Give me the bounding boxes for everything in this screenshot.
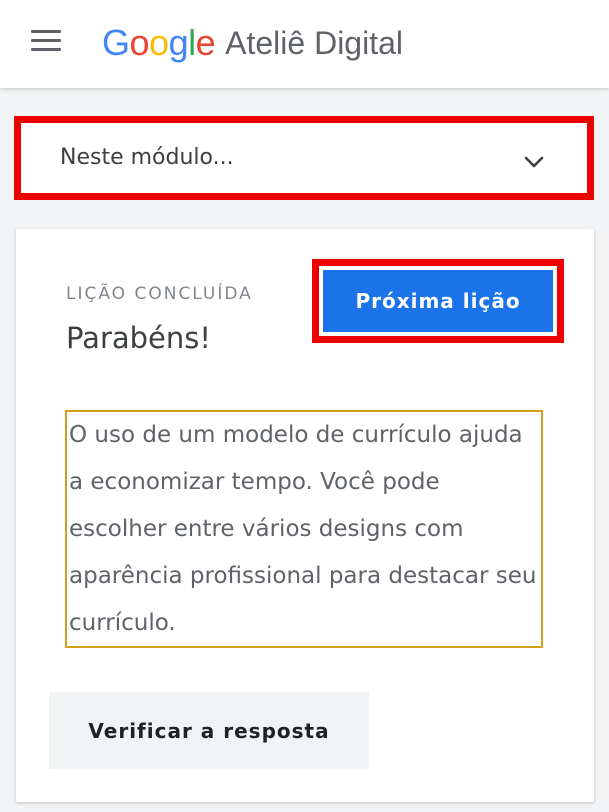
- hamburger-menu-icon[interactable]: [20, 18, 72, 62]
- next-lesson-button[interactable]: Próxima lição: [323, 270, 553, 332]
- lesson-card: LIÇÃO CONCLUÍDA Parabéns! Próxima lição …: [16, 229, 594, 802]
- logo-letter: e: [195, 22, 216, 63]
- lesson-status: LIÇÃO CONCLUÍDA: [66, 284, 253, 304]
- logo-letter: o: [149, 22, 169, 63]
- logo-letter: g: [168, 22, 189, 63]
- brand-suffix: Ateliê Digital: [225, 24, 403, 61]
- next-lesson-highlight: Próxima lição: [312, 259, 564, 343]
- logo-letter: l: [188, 22, 196, 63]
- top-app-bar: Google Ateliê Digital: [0, 0, 609, 88]
- check-answer-button[interactable]: Verificar a resposta: [49, 692, 369, 769]
- google-wordmark: Google: [102, 22, 216, 64]
- lesson-text: O uso de um modelo de currículo ajuda a …: [65, 410, 543, 648]
- brand-logo[interactable]: Google Ateliê Digital: [102, 19, 403, 67]
- lesson-title: Parabéns!: [66, 321, 212, 355]
- module-selector-dropdown[interactable]: Neste módulo...: [14, 116, 594, 200]
- chevron-down-icon: [524, 156, 544, 168]
- logo-letter: o: [129, 22, 150, 63]
- module-selector-label: Neste módulo...: [60, 145, 234, 170]
- logo-letter: G: [102, 22, 130, 63]
